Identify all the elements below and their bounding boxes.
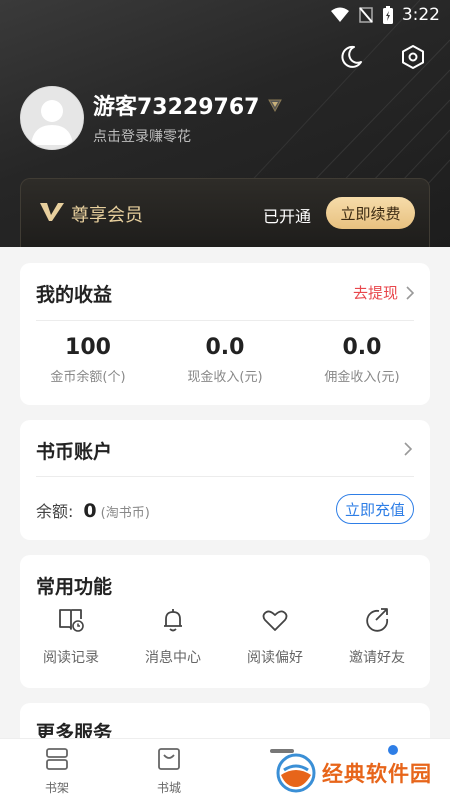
level-badge-icon: [268, 99, 283, 113]
coin-balance: 余额: 0 (淘书币): [36, 498, 150, 522]
username[interactable]: 游客73229767: [93, 89, 283, 121]
moon-icon: [341, 45, 362, 68]
feature-invite-friends[interactable]: 邀请好友: [326, 607, 428, 667]
battery-charging-icon: [382, 6, 393, 24]
bottom-tab-bar: 书架 书城 经典软件园: [0, 738, 450, 801]
night-mode-button[interactable]: [336, 42, 366, 72]
settings-button[interactable]: [398, 42, 428, 72]
watermark: 经典软件园: [276, 753, 432, 793]
feature-reading-preference[interactable]: 阅读偏好: [224, 607, 326, 667]
tab-label: 书城: [156, 781, 181, 795]
wifi-icon: [330, 7, 349, 22]
avatar[interactable]: [20, 86, 84, 150]
stat-label: 金币余额(个): [50, 370, 126, 385]
vip-card[interactable]: 尊享会员 已开通 立即续费: [20, 178, 430, 247]
feature-reading-history[interactable]: 阅读记录: [20, 607, 122, 667]
stat-label: 现金收入(元): [187, 370, 263, 385]
username-text: 游客73229767: [93, 95, 260, 120]
bookstore-bag-icon: [158, 748, 180, 770]
login-hint[interactable]: 点击登录赚零花: [93, 126, 191, 146]
coin-divider: [36, 476, 414, 477]
feature-label: 阅读偏好: [247, 650, 303, 666]
stat-label: 佣金收入(元): [324, 370, 400, 385]
stat-value: 0.0: [342, 335, 382, 360]
coin-account-title: 书币账户: [36, 441, 113, 463]
coin-account-card: 书币账户 余额: 0 (淘书币) 立即充值: [20, 420, 430, 540]
settings-hex-icon: [402, 45, 424, 69]
status-time: 3:22: [401, 5, 440, 25]
status-bar: 3:22: [0, 0, 450, 34]
signal-off-icon: [359, 7, 373, 23]
profile-header: 3:22 游客73229767 点击登录赚零花 尊享会员 已开通 立即续费: [0, 0, 450, 247]
feature-label: 邀请好友: [349, 650, 405, 666]
stat-commission[interactable]: 0.0 佣金收入(元): [294, 335, 430, 385]
tab-label: 书架: [44, 781, 69, 795]
withdraw-link[interactable]: 去提现: [353, 282, 414, 303]
features-card: 常用功能 阅读记录 消息中心 阅读偏好 邀请好友: [20, 555, 430, 688]
vip-status: 已开通: [263, 207, 312, 226]
tab-bookstore[interactable]: 书城: [129, 747, 209, 796]
bell-icon: [164, 609, 182, 632]
earnings-card: 我的收益 去提现 100 金币余额(个) 0.0 现金收入(元) 0.0 佣金收…: [20, 263, 430, 405]
watermark-logo-icon: [276, 753, 316, 793]
bookshelf-icon: [46, 748, 68, 770]
stat-cash[interactable]: 0.0 现金收入(元): [157, 335, 293, 385]
feature-label: 消息中心: [145, 650, 201, 666]
renew-button[interactable]: 立即续费: [326, 197, 415, 229]
chevron-right-icon: [406, 285, 414, 300]
watermark-text: 经典软件园: [322, 762, 432, 786]
stat-coins[interactable]: 100 金币余额(个): [20, 335, 156, 385]
vip-title: 尊享会员: [71, 205, 143, 226]
balance-unit: (淘书币): [100, 506, 150, 521]
default-avatar-icon: [31, 100, 73, 145]
features-title: 常用功能: [36, 576, 113, 598]
balance-value: 0: [83, 500, 97, 522]
balance-label: 余额:: [36, 502, 74, 521]
earnings-title: 我的收益: [36, 284, 113, 306]
earnings-divider: [36, 320, 414, 321]
share-icon: [366, 608, 389, 632]
stat-value: 0.0: [205, 335, 245, 360]
stat-value: 100: [65, 335, 111, 360]
heart-icon: [262, 610, 288, 631]
recharge-button[interactable]: 立即充值: [336, 494, 414, 524]
feature-message-center[interactable]: 消息中心: [122, 607, 224, 667]
tab-bookshelf[interactable]: 书架: [17, 747, 97, 796]
feature-label: 阅读记录: [43, 650, 99, 666]
reading-history-icon: [59, 609, 84, 632]
chevron-right-icon[interactable]: [404, 442, 412, 456]
vip-v-icon: [40, 203, 64, 221]
withdraw-label: 去提现: [352, 284, 398, 302]
